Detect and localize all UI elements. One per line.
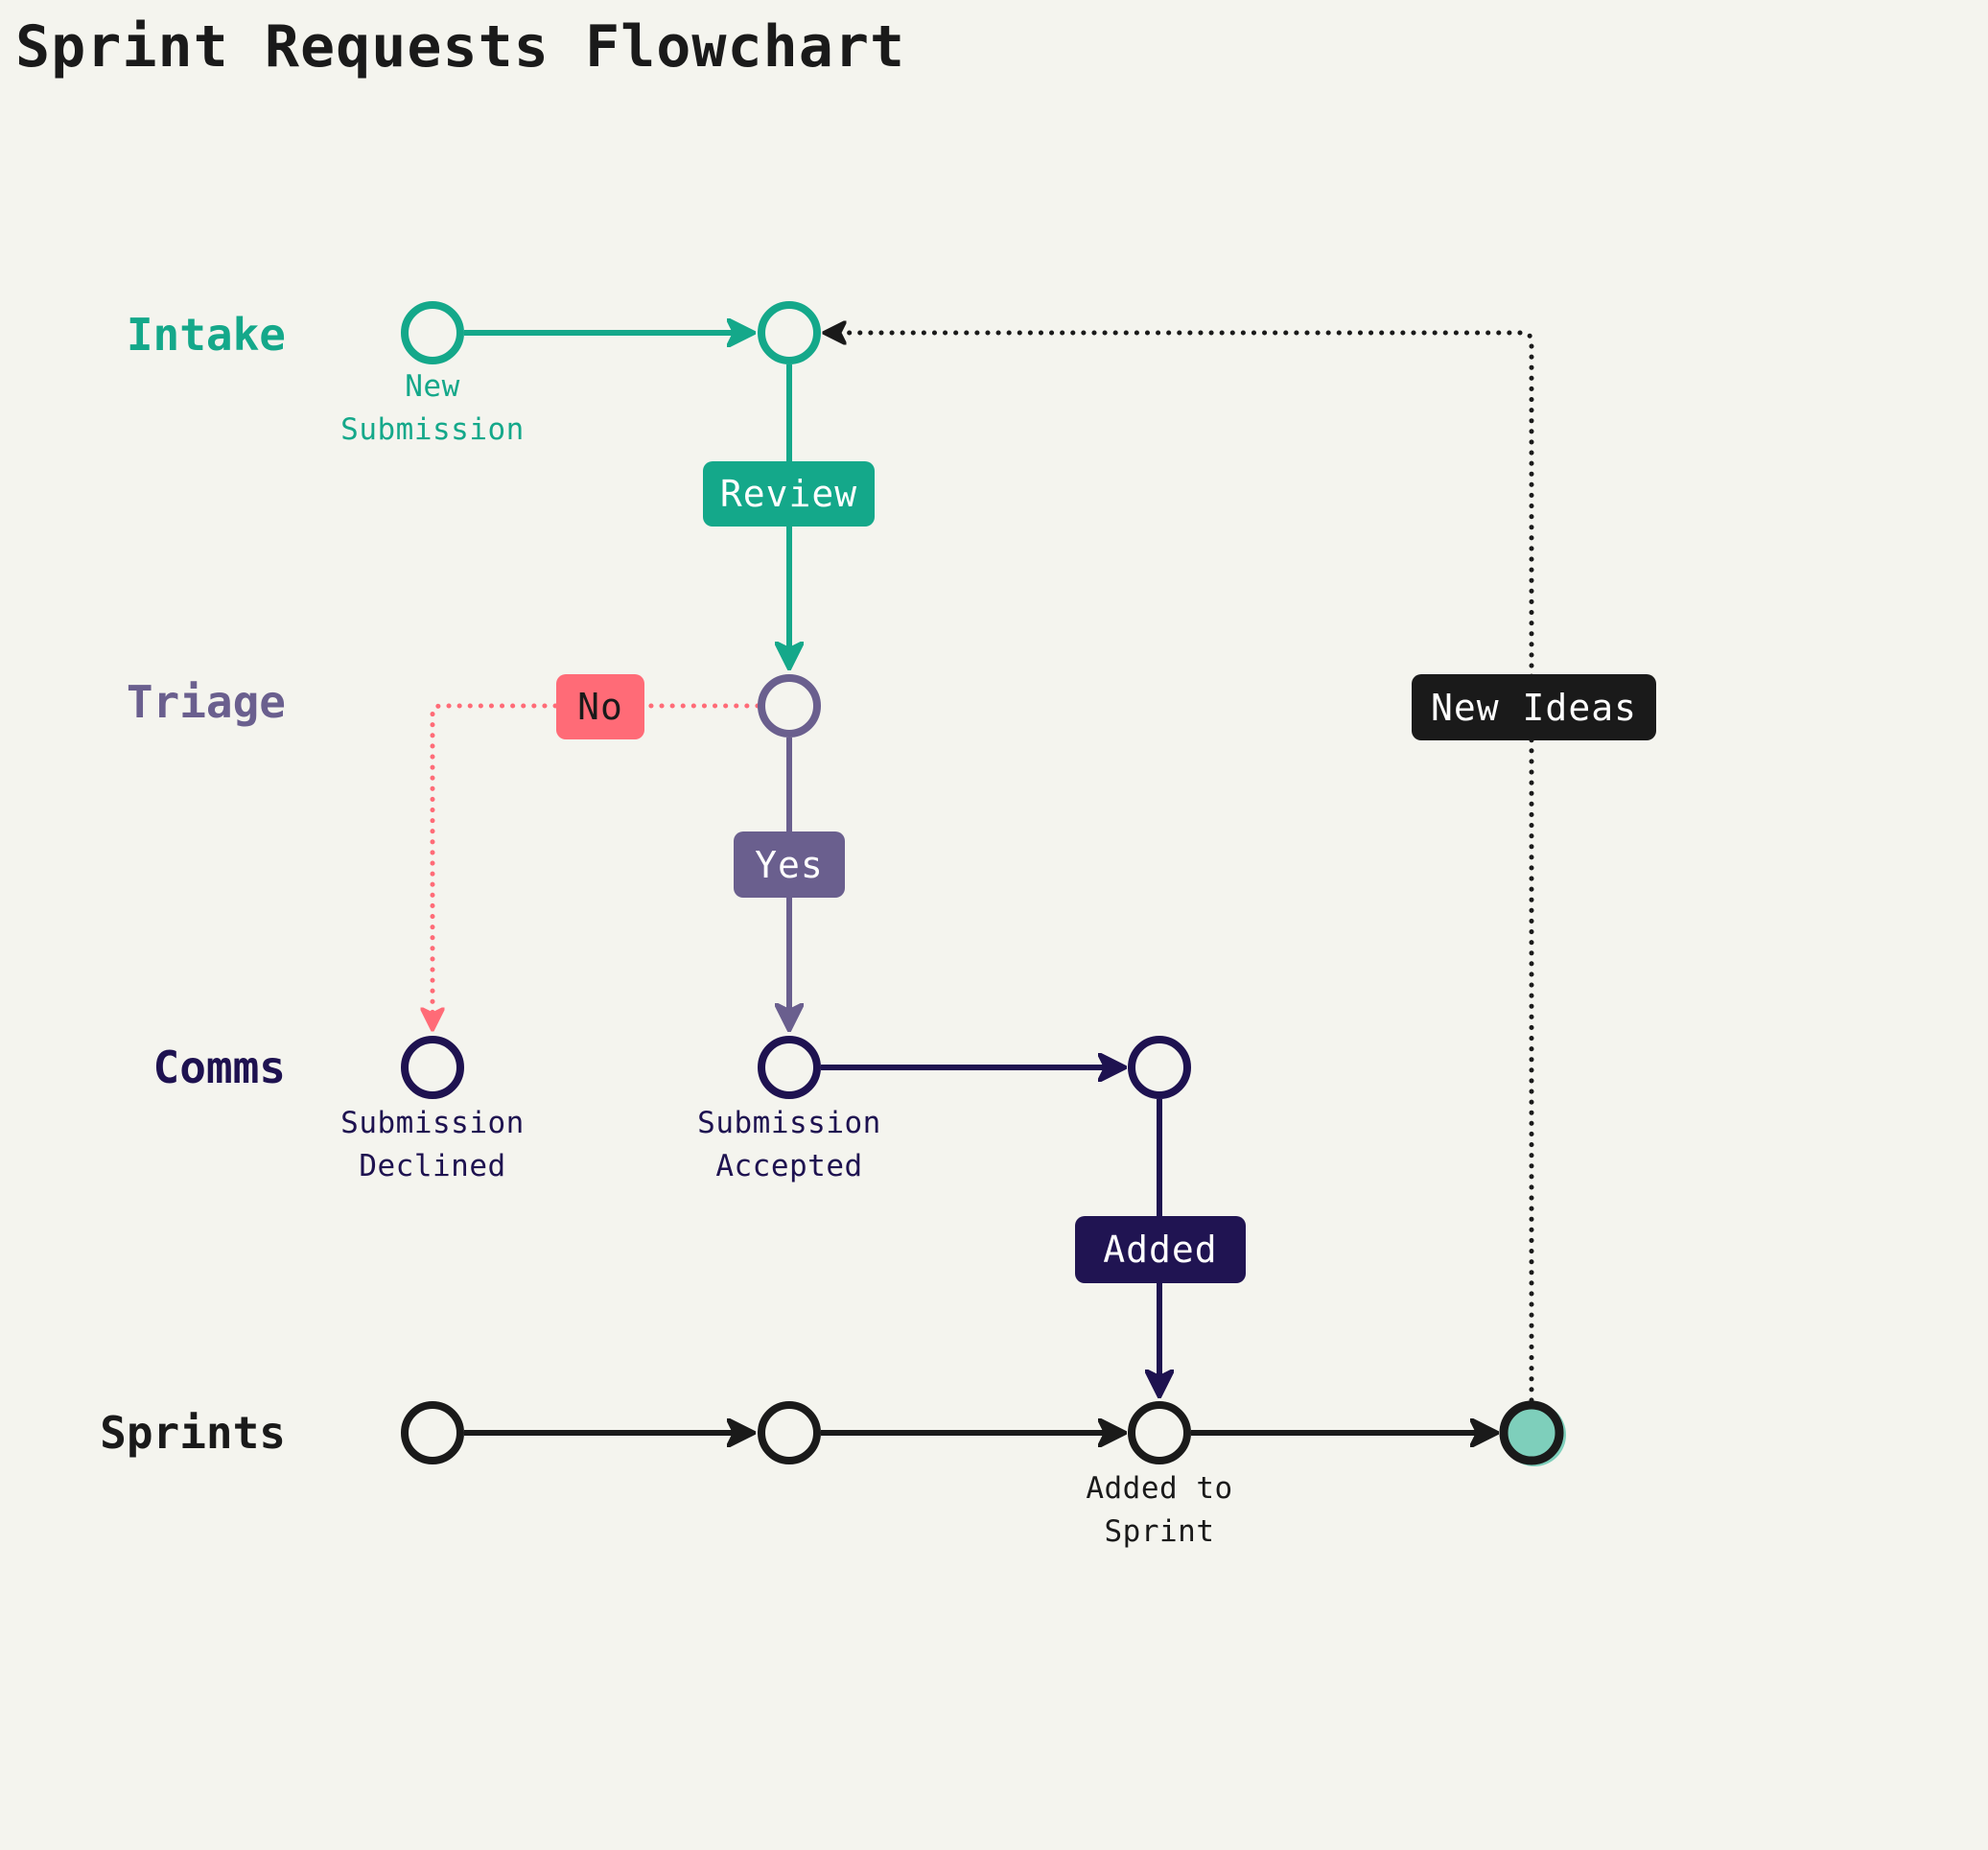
caption-submission-declined: Submission Declined	[340, 1106, 525, 1183]
lane-label-comms: Comms	[152, 1042, 286, 1093]
node-sprint-1[interactable]	[401, 1401, 464, 1464]
node-submission-accepted[interactable]	[758, 1036, 821, 1099]
edge-triage-no-to-declined	[433, 703, 760, 1032]
node-triage-decision[interactable]	[758, 674, 821, 738]
badge-no[interactable]: No	[556, 674, 644, 739]
badge-review[interactable]: Review	[703, 461, 875, 527]
node-sprint-final[interactable]	[1499, 1400, 1564, 1465]
node-sprint-2[interactable]	[758, 1401, 821, 1464]
caption-submission-accepted: Submission Accepted	[697, 1106, 881, 1183]
lane-label-sprints: Sprints	[100, 1407, 286, 1459]
node-submission-declined[interactable]	[401, 1036, 464, 1099]
badge-added[interactable]: Added	[1075, 1216, 1246, 1283]
lane-label-intake: Intake	[126, 309, 286, 361]
node-intake-review[interactable]	[758, 301, 821, 364]
caption-new-submission: New Submission	[340, 369, 525, 447]
lane-label-triage: Triage	[126, 676, 286, 728]
caption-added-to-sprint: Added to Sprint	[1086, 1471, 1233, 1549]
flowchart-canvas	[401, 301, 1566, 1466]
badge-yes[interactable]: Yes	[734, 831, 845, 898]
badge-new-ideas[interactable]: New Ideas	[1412, 674, 1656, 740]
node-comms-added[interactable]	[1128, 1036, 1191, 1099]
node-new-submission[interactable]	[401, 301, 464, 364]
node-added-to-sprint[interactable]	[1128, 1401, 1191, 1464]
